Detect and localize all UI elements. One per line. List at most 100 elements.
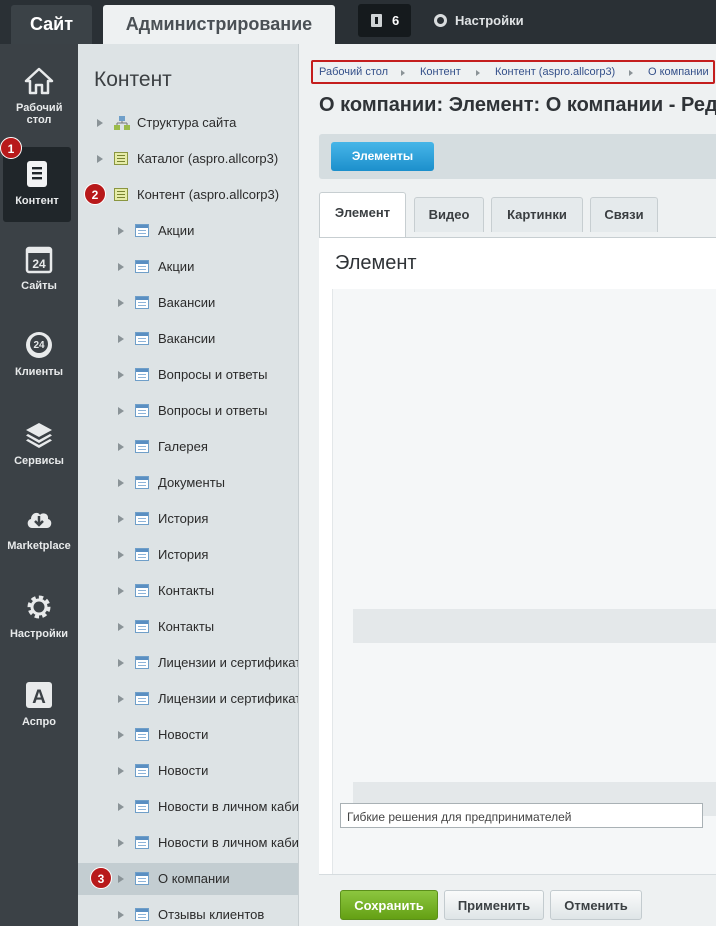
save-button[interactable]: Сохранить xyxy=(340,890,438,920)
expand-arrow-icon[interactable] xyxy=(118,587,124,595)
expand-arrow-icon[interactable] xyxy=(97,119,103,127)
tree-item[interactable]: Каталог (aspro.allcorp3) xyxy=(78,143,298,175)
content-tree-panel: Контент Структура сайта Каталог (aspro.a… xyxy=(78,44,299,926)
tree-item[interactable]: Новости xyxy=(78,755,298,787)
tree-item[interactable]: Документы xyxy=(78,467,298,499)
form-section-bar xyxy=(353,609,716,643)
nav-item-settings[interactable]: Настройки xyxy=(0,592,78,640)
elements-button[interactable]: Элементы xyxy=(331,142,434,171)
tree-item[interactable]: История xyxy=(78,503,298,535)
tree-item[interactable]: Контент (aspro.allcorp3) xyxy=(78,179,298,211)
tab-administration[interactable]: Администрирование xyxy=(103,5,335,44)
breadcrumb-item[interactable]: О компании xyxy=(648,66,709,78)
settings-link[interactable]: Настройки xyxy=(434,13,524,28)
tree-item-label: Новости в личном кабинете xyxy=(158,799,299,814)
expand-arrow-icon[interactable] xyxy=(118,551,124,559)
tab-video[interactable]: Видео xyxy=(414,197,484,232)
expand-arrow-icon[interactable] xyxy=(118,443,124,451)
tree-item[interactable]: Вопросы и ответы xyxy=(78,395,298,427)
expand-arrow-icon[interactable] xyxy=(118,659,124,667)
tree-item-label: Вопросы и ответы xyxy=(158,367,268,382)
nav-item-sites[interactable]: 24 Сайты xyxy=(0,244,78,292)
tree-item[interactable]: Галерея xyxy=(78,431,298,463)
iblock-list-icon xyxy=(135,800,149,813)
nav-item-clients[interactable]: 24 Клиенты xyxy=(0,330,78,378)
expand-arrow-icon[interactable] xyxy=(118,911,124,919)
tree-item-label: История xyxy=(158,547,209,562)
expand-arrow-icon[interactable] xyxy=(118,227,124,235)
nav-item-marketplace[interactable]: Marketplace xyxy=(0,504,78,552)
expand-arrow-icon[interactable] xyxy=(118,335,124,343)
tree-item-label: Акции xyxy=(158,259,195,274)
tree-item-label: Контакты xyxy=(158,619,215,634)
breadcrumb-item[interactable]: Рабочий стол xyxy=(319,66,388,78)
nav-item-services[interactable]: Сервисы xyxy=(0,419,78,467)
expand-arrow-icon[interactable] xyxy=(118,839,124,847)
tree-item[interactable]: Контакты xyxy=(78,575,298,607)
expand-arrow-icon[interactable] xyxy=(118,623,124,631)
expand-arrow-icon[interactable] xyxy=(118,731,124,739)
tree-item[interactable]: Структура сайта xyxy=(78,107,298,139)
tab-element[interactable]: Элемент xyxy=(319,192,406,238)
tab-pictures[interactable]: Картинки xyxy=(491,197,583,232)
iblock-list-icon xyxy=(135,548,149,561)
expand-arrow-icon[interactable] xyxy=(118,299,124,307)
tree-item[interactable]: История xyxy=(78,539,298,571)
tree-title: Контент xyxy=(94,68,172,91)
panel-title: Элемент xyxy=(335,252,417,274)
info-icon xyxy=(371,14,382,27)
main-content: Рабочий стол Контент Контент (aspro.allc… xyxy=(299,44,716,926)
expand-arrow-icon[interactable] xyxy=(118,371,124,379)
nav-label: Аспро xyxy=(22,716,56,728)
iblock-list-icon xyxy=(135,332,149,345)
tab-links[interactable]: Связи xyxy=(590,197,658,232)
tree-item[interactable]: Новости xyxy=(78,719,298,751)
form-footer: Сохранить Применить Отменить xyxy=(319,874,716,926)
tree-item-label: Вакансии xyxy=(158,295,216,310)
iblock-list-icon xyxy=(135,656,149,669)
step-badge: 1 xyxy=(0,137,22,159)
clients-24-icon: 24 xyxy=(26,332,52,358)
expand-arrow-icon[interactable] xyxy=(118,407,124,415)
nav-label: Сайты xyxy=(21,280,57,292)
tree-item[interactable]: Вакансии xyxy=(78,323,298,355)
breadcrumb-item[interactable]: Контент (aspro.allcorp3) xyxy=(495,66,615,78)
text-field[interactable]: Гибкие решения для предпринимателей xyxy=(340,803,703,828)
nav-label: Клиенты xyxy=(14,366,63,378)
notifications-button[interactable]: 6 xyxy=(358,4,411,37)
tree-item[interactable]: Акции xyxy=(78,251,298,283)
expand-arrow-icon[interactable] xyxy=(118,515,124,523)
expand-arrow-icon[interactable] xyxy=(118,767,124,775)
expand-arrow-icon[interactable] xyxy=(118,875,124,883)
gear-icon xyxy=(434,14,447,27)
expand-arrow-icon[interactable] xyxy=(118,479,124,487)
tree-item-label: Галерея xyxy=(158,439,208,454)
cancel-button[interactable]: Отменить xyxy=(550,890,642,920)
left-navigation: Рабочий стол Контент 24 Сайты 24 Клиенты… xyxy=(0,44,78,926)
expand-arrow-icon[interactable] xyxy=(118,803,124,811)
tree-item[interactable]: Новости в личном кабинете xyxy=(78,827,298,859)
breadcrumb-item[interactable]: Контент xyxy=(420,66,461,78)
tree-item-label: История xyxy=(158,511,209,526)
tree-item[interactable]: Лицензии и сертификаты xyxy=(78,647,298,679)
expand-arrow-icon[interactable] xyxy=(118,695,124,703)
tree-item[interactable]: Новости в личном кабинете xyxy=(78,791,299,823)
nav-item-aspro[interactable]: A Аспро xyxy=(0,680,78,728)
nav-item-desktop[interactable]: Рабочий стол xyxy=(0,66,78,126)
tree-item[interactable]: Вакансии xyxy=(78,287,298,319)
tree-item[interactable]: Лицензии и сертификаты xyxy=(78,683,298,715)
tab-site[interactable]: Сайт xyxy=(11,5,92,44)
tree-item[interactable]: Акции xyxy=(78,215,298,247)
expand-arrow-icon[interactable] xyxy=(97,155,103,163)
aspro-a-icon: A xyxy=(26,682,52,708)
nav-label: Marketplace xyxy=(7,540,71,552)
svg-text:24: 24 xyxy=(33,340,45,351)
tree-item[interactable]: Отзывы клиентов xyxy=(78,899,298,926)
context-toolbar: Элементы xyxy=(319,134,716,179)
expand-arrow-icon[interactable] xyxy=(118,263,124,271)
tree-item[interactable]: Вопросы и ответы xyxy=(78,359,298,391)
tree-item[interactable]: Контакты xyxy=(78,611,298,643)
iblock-list-icon xyxy=(135,404,149,417)
iblock-list-icon xyxy=(135,872,149,885)
apply-button[interactable]: Применить xyxy=(444,890,544,920)
